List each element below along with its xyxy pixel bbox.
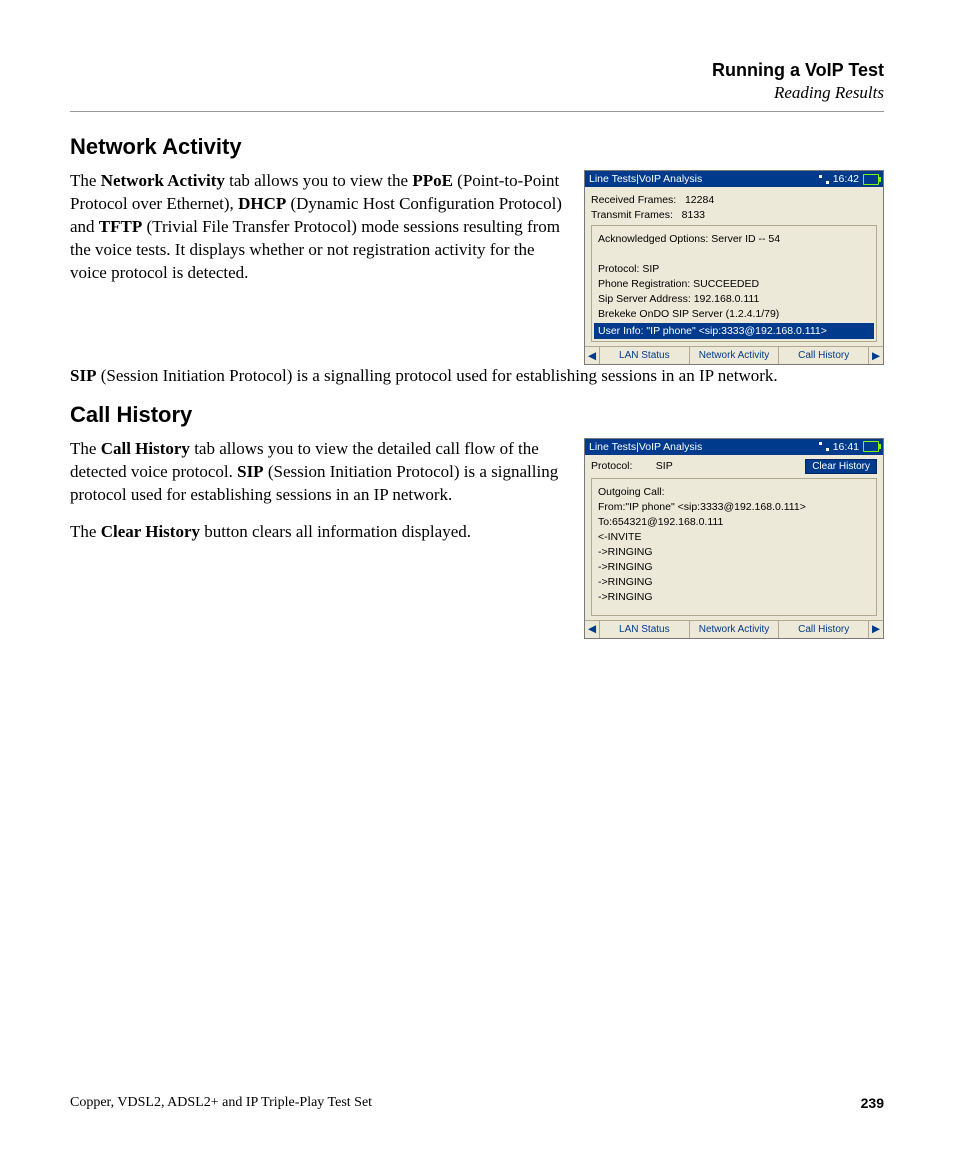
header-chapter-title: Running a VoIP Test: [70, 60, 884, 81]
device1-tab-network-activity[interactable]: Network Activity: [690, 347, 780, 364]
heading-network-activity: Network Activity: [70, 134, 884, 160]
device2-protocol-value: SIP: [656, 460, 673, 472]
device1-tab-lan-status[interactable]: LAN Status: [600, 347, 690, 364]
device2-tab-network-activity[interactable]: Network Activity: [690, 621, 780, 638]
device1-registration-line: Phone Registration: SUCCEEDED: [598, 278, 870, 290]
header-rule: [70, 111, 884, 112]
device1-title: Line Tests|VoIP Analysis: [589, 173, 702, 185]
network-icon: [819, 442, 829, 451]
device2-protocol-label: Protocol:: [591, 460, 632, 472]
device2-tab-right-arrow[interactable]: ▶: [868, 621, 883, 638]
device1-rx-label: Received Frames:: [591, 194, 676, 206]
device2-log-line: ->RINGING: [598, 561, 870, 573]
paragraph-network-activity-2: SIP (Session Initiation Protocol) is a s…: [70, 365, 884, 388]
battery-icon: [863, 174, 879, 185]
clear-history-button[interactable]: Clear History: [805, 459, 877, 474]
device1-tx-label: Transmit Frames:: [591, 209, 673, 221]
paragraph-call-history-2: The Clear History button clears all info…: [70, 521, 566, 544]
device1-server-line: Brekeke OnDO SIP Server (1.2.4.1/79): [598, 308, 870, 320]
network-icon: [819, 175, 829, 184]
battery-icon: [863, 441, 879, 452]
device1-ack-line: Acknowledged Options: Server ID -- 54: [598, 233, 870, 245]
footer-page-number: 239: [861, 1095, 884, 1111]
heading-call-history: Call History: [70, 402, 884, 428]
device2-log-line: From:"IP phone" <sip:3333@192.168.0.111>: [598, 501, 870, 513]
screenshot-call-history: Line Tests|VoIP Analysis 16:41 Protocol:…: [584, 438, 884, 639]
header-section-subtitle: Reading Results: [70, 83, 884, 103]
device2-log-line: Outgoing Call:: [598, 486, 870, 498]
device2-log-line: To:654321@192.168.0.111: [598, 516, 870, 528]
device1-tab-left-arrow[interactable]: ◀: [585, 347, 600, 364]
device1-tab-right-arrow[interactable]: ▶: [868, 347, 883, 364]
device1-address-line: Sip Server Address: 192.168.0.111: [598, 293, 870, 305]
device2-tab-lan-status[interactable]: LAN Status: [600, 621, 690, 638]
device2-log-line: ->RINGING: [598, 591, 870, 603]
device1-time: 16:42: [833, 173, 859, 185]
device1-rx-value: 12284: [685, 194, 714, 206]
paragraph-network-activity-1: The Network Activity tab allows you to v…: [70, 170, 566, 285]
device1-tab-call-history[interactable]: Call History: [779, 347, 868, 364]
device2-tab-left-arrow[interactable]: ◀: [585, 621, 600, 638]
device1-userinfo-line: User Info: "IP phone" <sip:3333@192.168.…: [594, 323, 874, 339]
device1-tx-value: 8133: [682, 209, 705, 221]
screenshot-network-activity: Line Tests|VoIP Analysis 16:42 Received …: [584, 170, 884, 365]
device2-log-line: <-INVITE: [598, 531, 870, 543]
device1-protocol-line: Protocol: SIP: [598, 263, 870, 275]
device2-tab-call-history[interactable]: Call History: [779, 621, 868, 638]
device2-time: 16:41: [833, 441, 859, 453]
paragraph-call-history-1: The Call History tab allows you to view …: [70, 438, 566, 507]
device2-title: Line Tests|VoIP Analysis: [589, 441, 702, 453]
device2-log-line: ->RINGING: [598, 576, 870, 588]
device2-log-line: ->RINGING: [598, 546, 870, 558]
footer-product-name: Copper, VDSL2, ADSL2+ and IP Triple-Play…: [70, 1095, 372, 1111]
